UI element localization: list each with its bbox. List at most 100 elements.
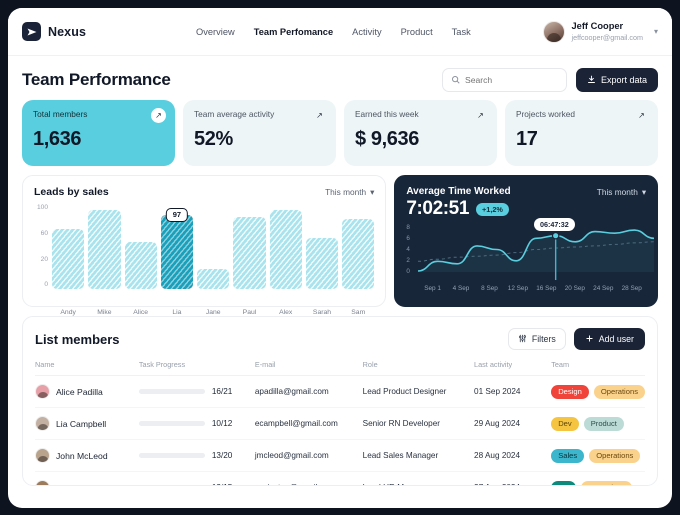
x-tick-label: 20 Sep xyxy=(564,285,585,292)
x-tick-label: Andy xyxy=(60,309,76,316)
arrow-up-right-icon[interactable]: ↗ xyxy=(312,108,327,123)
cell-team: Sales Operations xyxy=(551,439,645,472)
table-row[interactable]: John McLeod 13/20 jmcleod@gmail.com Lead Sa… xyxy=(35,439,645,472)
bar-column[interactable] xyxy=(88,205,121,289)
time-period-selector[interactable]: This month ▾ xyxy=(597,187,646,197)
bar-value-tooltip: 97 xyxy=(165,207,189,222)
send-plane-icon xyxy=(22,22,41,41)
team-tag[interactable]: Design xyxy=(551,384,589,399)
line-chart-marker-dot xyxy=(552,231,560,240)
export-data-button[interactable]: Export data xyxy=(575,68,658,92)
x-tick-label: Sarah xyxy=(312,309,332,316)
arrow-up-right-icon[interactable]: ↗ xyxy=(151,108,166,123)
y-tick: 60 xyxy=(40,229,48,237)
stat-label: Earned this week xyxy=(355,109,419,119)
chevron-down-icon: ▾ xyxy=(641,186,646,197)
cell-role: Senior RN Developer xyxy=(362,407,475,440)
nav-link-team-performance[interactable]: Team Perfomance xyxy=(254,27,333,37)
stat-card-total-members[interactable]: Total members 1,636 ↗ xyxy=(22,100,175,166)
x-tick-label: Lia xyxy=(172,309,182,316)
member: John McLeod xyxy=(35,448,139,463)
stat-card-projects-worked[interactable]: Projects worked 17 ↗ xyxy=(505,100,658,166)
team-tags: HR Operations xyxy=(551,480,645,485)
bar[interactable] xyxy=(52,228,85,289)
progress-bar-track xyxy=(138,484,205,485)
add-user-button[interactable]: Add user xyxy=(573,328,645,350)
list-members-header: List members Filters Add user xyxy=(35,328,645,350)
nav-link-activity[interactable]: Activity xyxy=(352,27,381,37)
bar[interactable] xyxy=(158,212,196,292)
nav-link-task[interactable]: Task xyxy=(452,27,471,37)
bar[interactable] xyxy=(342,218,375,289)
arrow-up-right-icon[interactable]: ↗ xyxy=(634,108,649,123)
team-tag[interactable]: Operations xyxy=(593,384,645,399)
table-row[interactable]: Lia Campbell 10/12 ecampbell@gmail.com Seni… xyxy=(35,407,645,440)
profile-menu[interactable]: Jeff Cooper jeffcooper@gmail.com ▾ xyxy=(542,20,658,43)
cell-email: mwinston@gmail.com xyxy=(254,471,363,485)
charts-row: Leads by sales This month ▾ 100 60 20 0 … xyxy=(8,166,672,316)
line-chart-tooltip: 06:47:32 xyxy=(533,217,575,231)
column-header-name: Name xyxy=(35,360,139,376)
bar-column[interactable] xyxy=(233,205,266,289)
team-tag[interactable]: Operations xyxy=(589,448,641,463)
bar[interactable] xyxy=(269,210,302,289)
bar-column[interactable] xyxy=(305,205,339,289)
nav-link-overview[interactable]: Overview xyxy=(196,27,235,37)
column-header-team: Team xyxy=(551,360,645,376)
team-tag[interactable]: Dev xyxy=(551,416,579,431)
search-box[interactable] xyxy=(441,68,567,92)
leads-period-selector[interactable]: This month ▾ xyxy=(325,187,374,197)
leads-by-sales-card: Leads by sales This month ▾ 100 60 20 0 … xyxy=(22,175,387,316)
team-tag[interactable]: Operations xyxy=(581,480,633,485)
progress-text: 10/12 xyxy=(211,419,233,428)
team-tag[interactable]: HR xyxy=(551,480,577,485)
bar-column[interactable] xyxy=(197,205,230,289)
bar-column[interactable] xyxy=(269,205,302,289)
bar[interactable] xyxy=(233,217,266,289)
cell-name: Alice Padilla xyxy=(35,375,139,408)
stat-value: 52% xyxy=(194,128,233,150)
stat-label: Team average activity xyxy=(194,109,275,119)
line-chart-area-fill xyxy=(418,230,655,272)
brand-logo[interactable]: Nexus xyxy=(22,22,182,41)
avatar xyxy=(35,416,50,431)
table-row[interactable]: Alice Padilla 16/21 apadilla@gmail.com Lead… xyxy=(35,375,645,408)
bar[interactable] xyxy=(88,210,121,289)
team-tag[interactable]: Product xyxy=(583,416,624,431)
profile-name: Jeff Cooper xyxy=(571,21,624,32)
nav-link-product[interactable]: Product xyxy=(401,27,433,37)
progress: 16/21 xyxy=(138,387,255,396)
leads-card-header: Leads by sales This month ▾ xyxy=(34,186,374,198)
progress-text: 12/15 xyxy=(212,483,233,485)
page-header-tools: Export data xyxy=(441,68,658,92)
table-row[interactable]: Mike Winston 12/15 mwinston@gmail.comLead … xyxy=(35,471,645,485)
bar-column[interactable] xyxy=(52,205,85,289)
stat-card-team-average-activity[interactable]: Team average activity 52% ↗ xyxy=(183,100,336,166)
bar-column[interactable]: 97 xyxy=(158,205,196,292)
stat-card-earned-this-week[interactable]: Earned this week $ 9,636 ↗ xyxy=(344,100,497,166)
line-chart-x-axis: Sep 1 4 Sep 8 Sep 12 Sep 16 Sep 20 Sep 24 Sep 2… xyxy=(406,285,646,292)
progress: 12/15 xyxy=(138,483,255,485)
progress: 13/20 xyxy=(138,451,255,460)
cell-name: Mike Winston xyxy=(35,471,139,485)
bar[interactable] xyxy=(124,242,157,289)
members-table: Name Task Progress E-mail Role Last acti… xyxy=(35,360,645,485)
members-table-body: Alice Padilla 16/21 apadilla@gmail.com Lead… xyxy=(35,375,645,485)
add-user-label: Add user xyxy=(598,334,634,344)
bar-column[interactable] xyxy=(342,205,375,289)
line-chart: 8 6 4 2 0 06:47:32 xyxy=(406,217,655,284)
plus-icon xyxy=(585,334,594,345)
bar[interactable] xyxy=(305,237,339,289)
avatar xyxy=(35,448,50,463)
bar[interactable] xyxy=(197,269,230,289)
filters-button[interactable]: Filters xyxy=(507,328,566,350)
member-name: Alice Padilla xyxy=(56,386,103,397)
search-input[interactable] xyxy=(464,75,558,85)
chevron-down-icon[interactable]: ▾ xyxy=(654,27,658,36)
cell-last-activity: 27 Aug 2024 xyxy=(474,471,552,485)
team-tag[interactable]: Sales xyxy=(551,448,585,463)
bar-column[interactable] xyxy=(124,205,157,289)
member: Mike Winston xyxy=(35,480,139,485)
progress-bar-track xyxy=(138,388,205,395)
arrow-up-right-icon[interactable]: ↗ xyxy=(473,108,488,123)
